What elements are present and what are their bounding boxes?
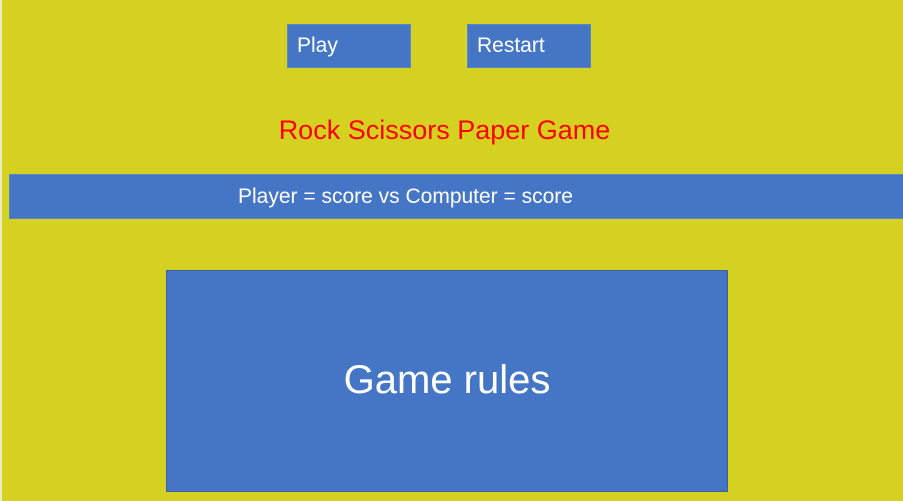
restart-button[interactable]: Restart bbox=[467, 24, 591, 68]
left-edge-divider bbox=[0, 0, 2, 501]
game-rules-panel: Game rules bbox=[166, 270, 728, 492]
game-rules-label: Game rules bbox=[343, 358, 551, 402]
game-title: Rock Scissors Paper Game bbox=[278, 115, 611, 145]
score-bar: Player = score vs Computer = score bbox=[9, 174, 903, 219]
score-text: Player = score vs Computer = score bbox=[238, 185, 573, 208]
play-button[interactable]: Play bbox=[287, 24, 411, 68]
